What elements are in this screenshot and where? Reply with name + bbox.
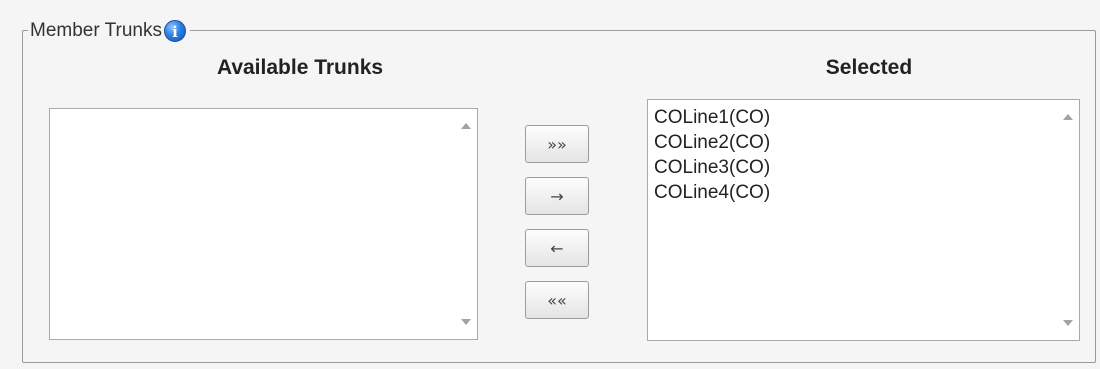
list-item[interactable]: COLine4(CO) xyxy=(654,180,770,205)
selected-options-list: COLine1(CO) COLine2(CO) COLine3(CO) COLi… xyxy=(654,105,770,205)
remove-all-button[interactable]: «« xyxy=(525,281,589,319)
selected-trunks-listbox[interactable]: COLine1(CO) COLine2(CO) COLine3(CO) COLi… xyxy=(647,99,1080,341)
list-item[interactable]: COLine2(CO) xyxy=(654,130,770,155)
scroll-up-arrow-icon[interactable] xyxy=(461,123,471,129)
selected-scrollbar[interactable] xyxy=(1058,100,1079,340)
available-scrollbar[interactable] xyxy=(456,109,477,339)
scroll-down-arrow-icon[interactable] xyxy=(1063,320,1073,326)
info-icon[interactable]: i xyxy=(163,20,186,42)
available-trunks-listbox[interactable] xyxy=(49,108,478,340)
selected-header: Selected xyxy=(825,56,913,79)
add-all-button[interactable]: »» xyxy=(525,125,589,163)
remove-button[interactable]: ← xyxy=(525,229,589,267)
list-item[interactable]: COLine1(CO) xyxy=(654,105,770,130)
fieldset-legend: Member Trunks i xyxy=(28,20,190,42)
add-button[interactable]: → xyxy=(525,177,589,215)
scroll-up-arrow-icon[interactable] xyxy=(1063,114,1073,120)
legend-title: Member Trunks xyxy=(30,20,162,41)
scroll-down-arrow-icon[interactable] xyxy=(461,319,471,325)
available-trunks-header: Available Trunks xyxy=(216,56,384,79)
list-item[interactable]: COLine3(CO) xyxy=(654,155,770,180)
